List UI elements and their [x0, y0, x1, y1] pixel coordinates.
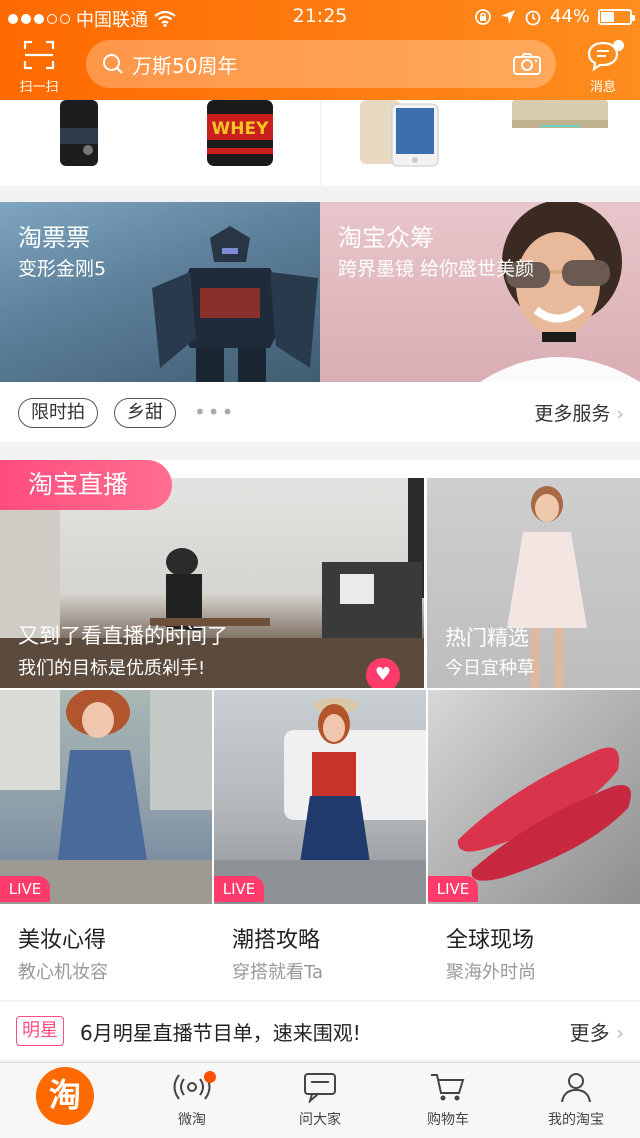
product-strip[interactable]: WHEY	[0, 100, 640, 186]
model-denim-romper-image	[0, 690, 212, 904]
chevron-right-icon: ›	[616, 1021, 624, 1045]
red-flats-image	[457, 747, 631, 881]
star-more-link[interactable]: 更多 ›	[570, 1017, 624, 1046]
live-main-subtitle: 我们的目标是优质剁手!	[18, 658, 206, 679]
live-hot-title: 热门精选	[445, 626, 529, 650]
model-sunglasses-image	[480, 202, 640, 382]
product-divider	[320, 100, 321, 186]
live-card-beauty[interactable]: LIVE	[0, 690, 212, 904]
product-device-image[interactable]	[510, 100, 610, 134]
tab-my-taobao[interactable]: 我的淘宝	[512, 1071, 640, 1135]
product-phone-image[interactable]	[358, 100, 442, 168]
promo-card-crowdfunding[interactable]: 淘宝众筹 跨界墨镜 给你盛世美颜	[320, 202, 640, 382]
live-card-title: 美妆心得	[18, 928, 107, 953]
scan-icon	[23, 40, 55, 70]
status-right: 44%	[474, 6, 635, 27]
star-schedule-text: 6月明星直播节目单，速来围观!	[80, 1021, 361, 1045]
scan-button[interactable]: 扫一扫	[14, 40, 64, 96]
search-icon	[103, 54, 123, 74]
live-card-subtitle: 穿搭就看Ta	[232, 962, 324, 983]
status-bar: 中国联通 21:25 44%	[0, 0, 640, 34]
live-badge: LIVE	[428, 876, 478, 902]
cart-icon	[431, 1074, 465, 1101]
tab-home-logo[interactable]: 淘	[36, 1067, 94, 1125]
app-header: 中国联通 21:25 44% 扫一扫 万斯50周年 消息	[0, 0, 640, 100]
live-card-title: 潮搭攻略	[232, 928, 321, 953]
live-badge: LIVE	[0, 876, 50, 902]
services-row: 限时拍 乡甜 ••• 更多服务 ›	[0, 382, 640, 442]
live-card-caption[interactable]: 美妆心得 教心机妆容	[0, 906, 212, 996]
live-card-caption[interactable]: 潮搭攻略 穿搭就看Ta	[214, 906, 426, 996]
live-hot-card[interactable]: 热门精选 今日宜种草	[427, 478, 640, 688]
rotation-lock-icon	[475, 8, 491, 25]
svg-text:WHEY: WHEY	[212, 119, 270, 139]
bottom-tab-bar: 淘 微淘 问大家 购物车 我的淘宝	[0, 1062, 640, 1138]
more-services-link[interactable]: 更多服务 ›	[534, 399, 624, 426]
tag-pill[interactable]: 限时拍	[18, 398, 98, 428]
scan-label: 扫一扫	[19, 80, 59, 95]
tab-label: 微淘	[178, 1112, 206, 1128]
live-card-caption[interactable]: 全球现场 聚海外时尚	[428, 906, 640, 996]
tab-weitao[interactable]: 微淘	[128, 1071, 256, 1135]
live-section: 淘宝直播 又到了看直播的时间了 我们的目标是优质剁手! ♥ 热门精选 今日宜种草	[0, 460, 640, 1000]
live-card-fashion[interactable]: LIVE	[214, 690, 426, 904]
camera-icon[interactable]	[512, 52, 542, 76]
search-bar[interactable]: 万斯50周年	[86, 40, 556, 88]
message-label: 消息	[589, 80, 616, 95]
tab-label: 我的淘宝	[548, 1112, 604, 1128]
live-card-global[interactable]: LIVE	[428, 690, 640, 904]
live-card-subtitle: 聚海外时尚	[446, 962, 536, 983]
user-icon	[561, 1073, 591, 1103]
tab-label: 购物车	[427, 1112, 469, 1128]
message-badge	[613, 40, 624, 51]
star-more-label: 更多	[569, 1021, 610, 1045]
live-main-title: 又到了看直播的时间了	[18, 624, 228, 648]
more-tags-icon[interactable]: •••	[194, 400, 235, 424]
live-section-title[interactable]: 淘宝直播	[0, 460, 172, 510]
star-schedule-row[interactable]: 明星 6月明星直播节目单，速来围观! 更多 ›	[0, 1002, 640, 1060]
more-services-label: 更多服务	[534, 403, 611, 425]
robot-image	[152, 226, 318, 382]
model-striped-top-image	[214, 698, 426, 904]
product-bottle-image[interactable]	[56, 100, 102, 172]
tag-pill[interactable]: 乡甜	[114, 398, 176, 428]
star-badge: 明星	[16, 1016, 64, 1046]
promo-card-tickets[interactable]: 淘票票 变形金刚5	[0, 202, 320, 382]
live-card-subtitle: 教心机妆容	[18, 962, 108, 983]
tab-cart[interactable]: 购物车	[384, 1071, 512, 1135]
battery-percent: 44%	[549, 6, 590, 27]
chat-bubble-icon	[304, 1073, 336, 1104]
promo-subtitle: 变形金刚5	[18, 258, 107, 280]
live-badge: LIVE	[214, 876, 264, 902]
promo-subtitle: 跨界墨镜 给你盛世美颜	[338, 258, 535, 280]
alarm-icon	[525, 10, 541, 25]
notification-dot	[204, 1071, 216, 1083]
product-whey-image[interactable]: WHEY	[205, 100, 275, 168]
heart-icon[interactable]: ♥	[366, 658, 400, 688]
promo-title: 淘票票	[18, 224, 90, 252]
promo-title: 淘宝众筹	[338, 224, 434, 252]
tab-ask[interactable]: 问大家	[256, 1071, 384, 1135]
chevron-right-icon: ›	[616, 403, 624, 425]
search-input[interactable]: 万斯50周年	[132, 50, 512, 79]
location-icon	[500, 9, 515, 24]
live-card-title: 全球现场	[446, 928, 535, 953]
battery-icon	[598, 8, 635, 25]
messages-button[interactable]: 消息	[580, 40, 626, 96]
tab-label: 问大家	[299, 1112, 341, 1128]
live-hot-subtitle: 今日宜种草	[445, 658, 535, 679]
